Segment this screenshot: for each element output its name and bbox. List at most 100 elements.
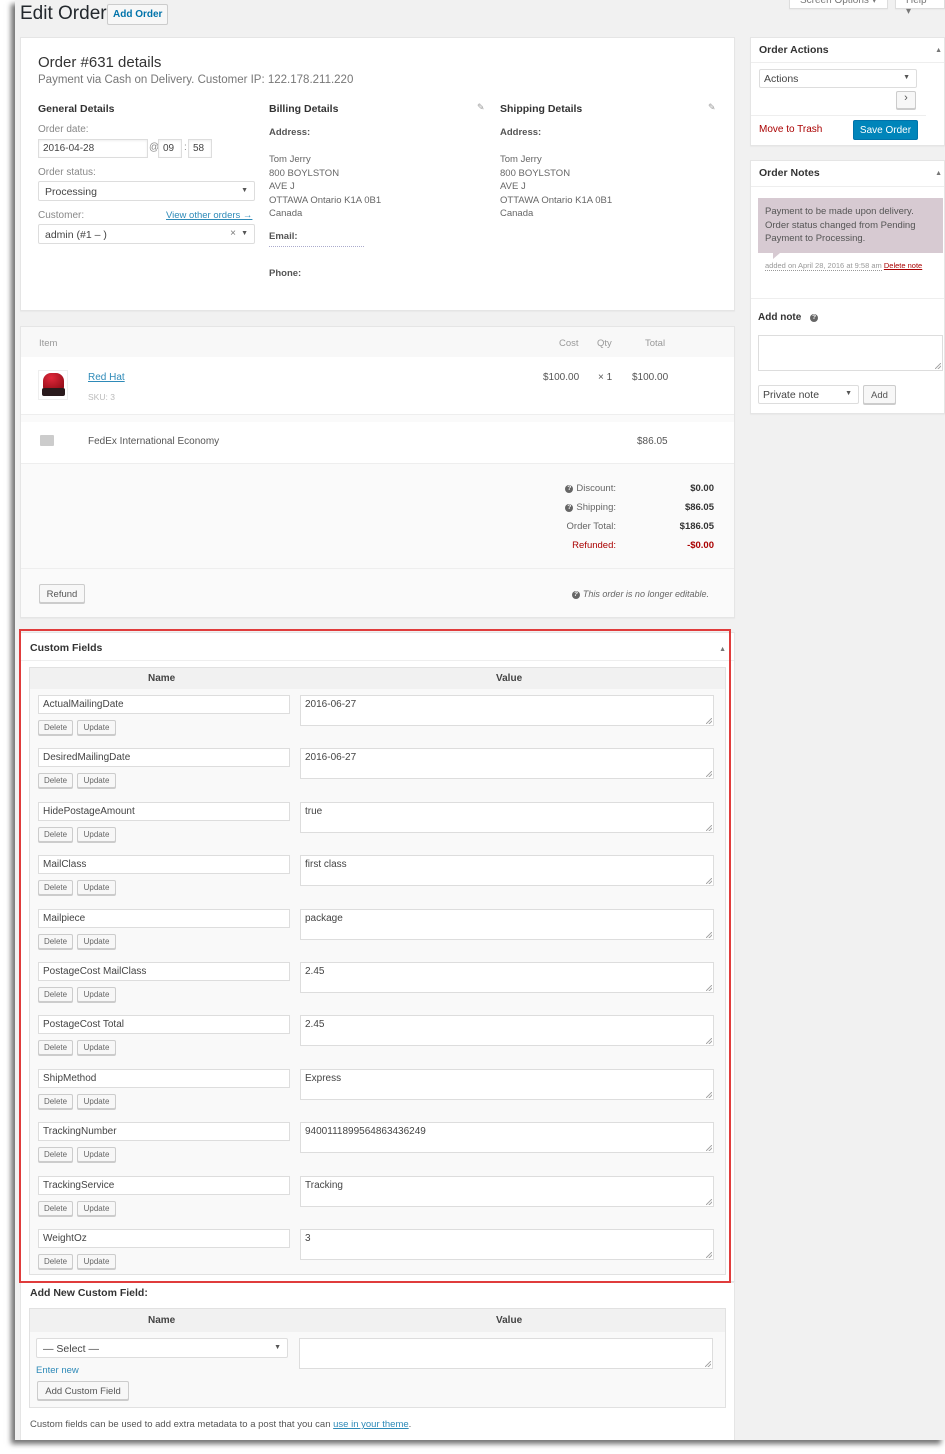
save-order-button[interactable]: Save Order bbox=[853, 120, 918, 140]
resize-grip-icon[interactable] bbox=[706, 718, 712, 724]
custom-field-value-textarea[interactable] bbox=[299, 1338, 713, 1369]
add-custom-field-button[interactable]: Add Custom Field bbox=[37, 1381, 129, 1400]
resize-grip-icon[interactable] bbox=[935, 363, 941, 369]
resize-grip-icon[interactable] bbox=[706, 1252, 712, 1258]
apply-action-button[interactable]: › bbox=[896, 91, 916, 109]
custom-field-value-textarea[interactable]: true bbox=[300, 801, 714, 833]
collapse-arrow-icon[interactable]: ▲ bbox=[935, 47, 942, 54]
refunded-label: Refunded: bbox=[572, 540, 616, 551]
order-minute-input[interactable]: 58 bbox=[188, 139, 212, 158]
custom-field-value-textarea[interactable]: 2.45 bbox=[300, 962, 714, 993]
custom-field-name-input[interactable]: PostageCost Total bbox=[38, 1015, 290, 1035]
custom-field-name-input[interactable]: TrackingNumber bbox=[38, 1122, 290, 1142]
update-field-button[interactable]: Update bbox=[77, 720, 116, 735]
resize-grip-icon[interactable] bbox=[706, 771, 712, 778]
order-date-label: Order date: bbox=[38, 124, 89, 135]
edit-shipping-pencil-icon[interactable]: ✎ bbox=[708, 102, 716, 113]
colon-label: : bbox=[184, 142, 187, 153]
use-in-theme-link[interactable]: use in your theme bbox=[333, 1419, 409, 1430]
order-date-input[interactable]: 2016-04-28 bbox=[38, 139, 148, 158]
update-field-button[interactable]: Update bbox=[77, 1254, 116, 1269]
delete-field-button[interactable]: Delete bbox=[38, 1093, 73, 1109]
help-button[interactable]: Help ▾ bbox=[895, 0, 945, 17]
delete-field-button[interactable]: Delete bbox=[38, 1200, 73, 1216]
delete-field-button[interactable]: Delete bbox=[38, 987, 73, 1002]
refund-button[interactable]: Refund bbox=[39, 584, 85, 603]
custom-field-value-textarea[interactable]: package bbox=[300, 908, 714, 940]
add-note-button[interactable]: Add bbox=[863, 385, 896, 404]
help-icon: ? bbox=[810, 314, 819, 322]
shipping-line-row: FedEx International Economy $86.05 bbox=[21, 422, 734, 464]
update-field-button[interactable]: Update bbox=[77, 1200, 116, 1216]
collapse-arrow-icon[interactable]: ▲ bbox=[719, 646, 726, 653]
update-field-button[interactable]: Update bbox=[77, 1040, 116, 1056]
custom-field-value-textarea[interactable]: 3 bbox=[300, 1229, 714, 1260]
delete-field-button[interactable]: Delete bbox=[38, 933, 73, 949]
custom-field-name-input[interactable]: PostageCost MailClass bbox=[38, 962, 290, 981]
custom-field-row: DesiredMailingDate Delete Update 2016-06-27 bbox=[30, 748, 725, 800]
product-link[interactable]: Red Hat bbox=[88, 372, 125, 383]
enter-new-link[interactable]: Enter new bbox=[36, 1365, 79, 1376]
order-hour-input[interactable]: 09 bbox=[158, 139, 182, 158]
update-field-button[interactable]: Update bbox=[77, 933, 116, 949]
custom-field-value-textarea[interactable]: Express bbox=[300, 1068, 714, 1100]
custom-field-name-input[interactable]: Mailpiece bbox=[38, 908, 290, 928]
collapse-arrow-icon[interactable]: ▲ bbox=[935, 170, 942, 177]
customer-select[interactable]: admin (#1 – ) × ▼ bbox=[38, 224, 255, 244]
custom-field-value-textarea[interactable]: 2.45 bbox=[300, 1015, 714, 1047]
delete-note-link[interactable]: Delete note bbox=[884, 261, 922, 270]
custom-field-name-input[interactable]: ShipMethod bbox=[38, 1068, 290, 1088]
custom-field-value-textarea[interactable]: Tracking bbox=[300, 1175, 714, 1207]
resize-grip-icon[interactable] bbox=[706, 931, 712, 938]
custom-field-value-textarea[interactable]: 2016-06-27 bbox=[300, 748, 714, 780]
update-field-button[interactable]: Update bbox=[77, 826, 116, 842]
note-type-select[interactable]: Private note ▼ bbox=[758, 385, 859, 404]
address-line: OTTAWA Ontario K1A 0B1 bbox=[500, 194, 613, 206]
update-field-button[interactable]: Update bbox=[77, 1093, 116, 1109]
update-field-button[interactable]: Update bbox=[77, 880, 116, 896]
delete-field-button[interactable]: Delete bbox=[38, 720, 73, 735]
resize-grip-icon[interactable] bbox=[706, 824, 712, 831]
view-other-orders-link[interactable]: View other orders → bbox=[166, 210, 252, 221]
resize-grip-icon[interactable] bbox=[706, 1038, 712, 1045]
delete-field-button[interactable]: Delete bbox=[38, 1040, 73, 1056]
order-notes-title: Order Notes bbox=[759, 167, 820, 179]
order-actions-select[interactable]: Actions ▼ bbox=[759, 69, 917, 88]
resize-grip-icon[interactable] bbox=[705, 1361, 711, 1367]
custom-field-name-input[interactable]: ActualMailingDate bbox=[38, 695, 290, 714]
delete-field-button[interactable]: Delete bbox=[38, 1254, 73, 1269]
delete-field-button[interactable]: Delete bbox=[38, 1147, 73, 1163]
custom-field-name-input[interactable]: MailClass bbox=[38, 855, 290, 875]
custom-field-key-select[interactable]: — Select — ▼ bbox=[36, 1338, 288, 1358]
add-note-textarea[interactable] bbox=[758, 335, 943, 371]
screen-options-button[interactable]: Screen Options ▾ bbox=[789, 0, 888, 9]
custom-field-name-input[interactable]: HidePostageAmount bbox=[38, 801, 290, 821]
update-field-button[interactable]: Update bbox=[77, 987, 116, 1002]
custom-field-value-textarea[interactable]: first class bbox=[300, 855, 714, 887]
delete-field-button[interactable]: Delete bbox=[38, 826, 73, 842]
resize-grip-icon[interactable] bbox=[706, 985, 712, 991]
update-field-button[interactable]: Update bbox=[77, 773, 116, 789]
custom-field-value-textarea[interactable]: 9400111899564863436249 bbox=[300, 1122, 714, 1154]
resize-grip-icon[interactable] bbox=[706, 1145, 712, 1152]
delete-field-button[interactable]: Delete bbox=[38, 773, 73, 789]
address-line: Canada bbox=[500, 208, 534, 219]
page-title: Edit Order bbox=[20, 3, 107, 24]
edit-billing-pencil-icon[interactable]: ✎ bbox=[477, 102, 485, 113]
order-status-select[interactable]: Processing ▼ bbox=[38, 181, 255, 201]
customer-label: Customer: bbox=[38, 210, 85, 221]
address-line: Tom Jerry bbox=[500, 154, 542, 165]
move-to-trash-link[interactable]: Move to Trash bbox=[759, 124, 822, 135]
custom-field-name-input[interactable]: WeightOz bbox=[38, 1229, 290, 1248]
custom-field-name-input[interactable]: DesiredMailingDate bbox=[38, 748, 290, 768]
custom-field-value-textarea[interactable]: 2016-06-27 bbox=[300, 695, 714, 726]
resize-grip-icon[interactable] bbox=[706, 1198, 712, 1205]
resize-grip-icon[interactable] bbox=[706, 1091, 712, 1098]
order-total-label: Order Total: bbox=[566, 521, 616, 532]
add-order-button[interactable]: Add Order bbox=[107, 4, 169, 25]
clear-icon[interactable]: × bbox=[230, 228, 236, 239]
custom-field-name-input[interactable]: TrackingService bbox=[38, 1175, 290, 1195]
resize-grip-icon[interactable] bbox=[706, 878, 712, 885]
delete-field-button[interactable]: Delete bbox=[38, 880, 73, 896]
update-field-button[interactable]: Update bbox=[77, 1147, 116, 1163]
